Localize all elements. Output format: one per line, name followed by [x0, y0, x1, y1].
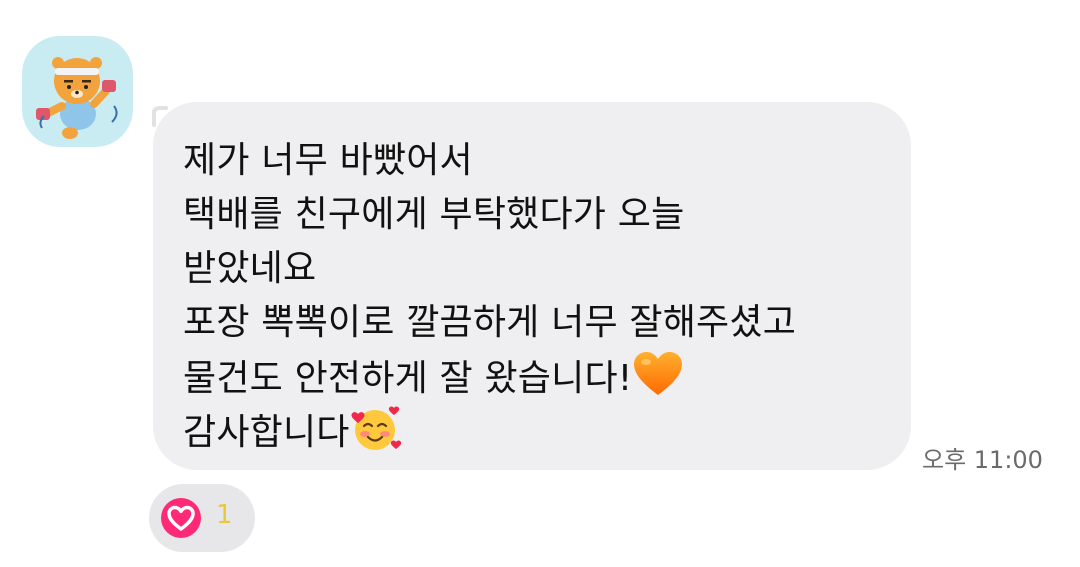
orange-heart-icon: [632, 350, 684, 398]
message-line-with-emoji: 물건도 안전하게 잘 왔습니다!: [183, 350, 891, 404]
message-line-with-emoji: 감사합니다: [183, 404, 891, 458]
message-text: 제가 너무 바빴어서 택배를 친구에게 부탁했다가 오늘 받았네요 포장 뽁뽁이…: [183, 134, 891, 458]
chat-message-row: 제가 너무 바빴어서 택배를 친구에게 부탁했다가 오늘 받았네요 포장 뽁뽁이…: [0, 0, 1080, 567]
message-line: 택배를 친구에게 부탁했다가 오늘: [183, 194, 685, 235]
message-line: 제가 너무 바빴어서: [183, 140, 473, 181]
ryan-bear-exercise-avatar-icon: [36, 57, 118, 139]
reaction-count: 1: [216, 500, 233, 530]
message-line: 받았네요: [183, 248, 317, 289]
message-line: 감사합니다: [183, 412, 350, 453]
heart-icon: [161, 498, 201, 538]
message-line: 물건도 안전하게 잘 왔습니다!: [183, 358, 633, 399]
sender-avatar[interactable]: [22, 36, 133, 147]
message-timestamp: 오후 11:00: [922, 446, 1043, 474]
message-line: 포장 뽁뽁이로 깔끔하게 너무 잘해주셨고: [183, 302, 797, 343]
smiling-face-with-hearts-icon: [350, 404, 402, 452]
message-bubble[interactable]: 제가 너무 바빴어서 택배를 친구에게 부탁했다가 오늘 받았네요 포장 뽁뽁이…: [153, 102, 911, 470]
reaction-chip[interactable]: [149, 484, 255, 552]
